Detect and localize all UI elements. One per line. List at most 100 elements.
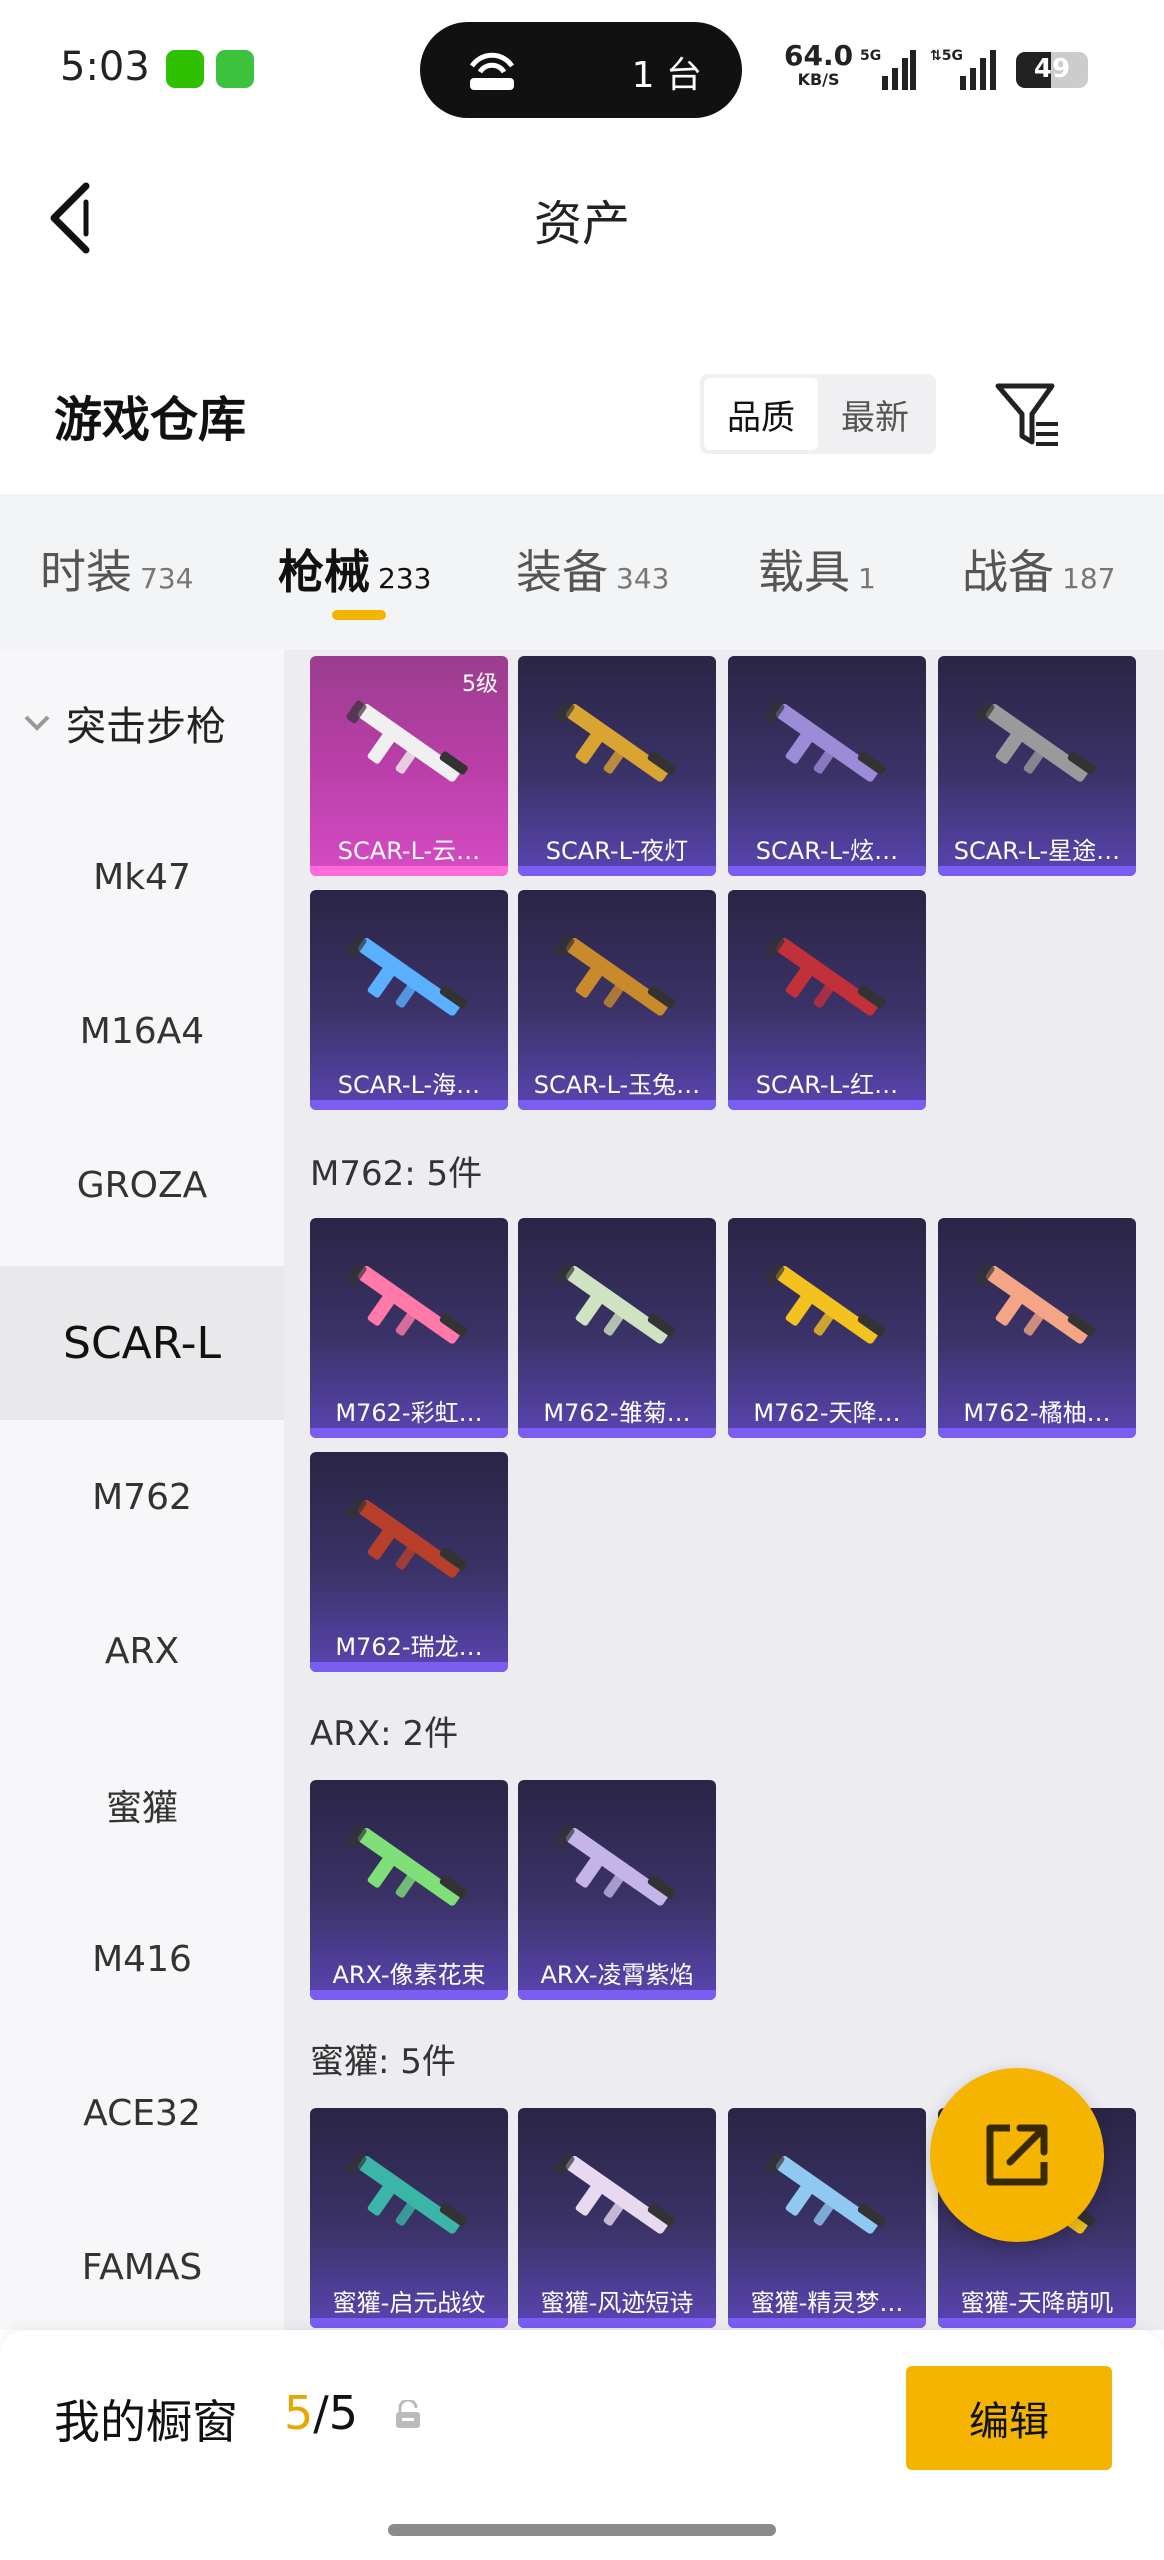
weapon-card[interactable]: SCAR-L-海…	[310, 890, 508, 1110]
weapon-card[interactable]: M762-天降…	[728, 1218, 926, 1438]
level-badge: 5级	[462, 672, 498, 697]
weapon-image	[554, 1824, 676, 1906]
sidebar-item-honey-badger[interactable]: 蜜獾	[0, 1728, 284, 1882]
weapon-name: 蜜獾-启元战纹	[332, 2289, 486, 2317]
weapon-card[interactable]: SCAR-L-红…	[728, 890, 926, 1110]
sidebar-item-arx[interactable]: ARX	[0, 1574, 284, 1728]
weapon-image	[554, 700, 676, 782]
rarity-bar	[310, 1100, 508, 1110]
rarity-bar	[728, 866, 926, 876]
weapon-name: SCAR-L-海…	[337, 1071, 481, 1099]
tab-count: 734	[140, 562, 194, 595]
weapon-card[interactable]: 蜜獾-风迹短诗	[518, 2108, 716, 2328]
rarity-bar	[938, 2318, 1136, 2328]
weapon-name: SCAR-L-云…	[337, 837, 481, 865]
weapon-card[interactable]: SCAR-L-夜灯	[518, 656, 716, 876]
sidebar-item-m16a4[interactable]: M16A4	[0, 954, 284, 1108]
rarity-bar	[728, 2318, 926, 2328]
rarity-bar	[518, 1990, 716, 2000]
sidebar-item-ace32[interactable]: ACE32	[0, 2036, 284, 2190]
weapon-name: ARX-像素花束	[332, 1961, 486, 1989]
weapon-image	[346, 700, 468, 782]
dynamic-island: 1 台	[420, 22, 742, 118]
weapon-image	[346, 1262, 468, 1344]
signal-icon-sim2: ⇅5G	[930, 48, 996, 90]
chevron-down-icon	[24, 715, 50, 731]
net-speed: 64.0 KB/S	[784, 42, 853, 92]
rarity-bar	[310, 1662, 508, 1672]
tab-equipment[interactable]: 装备 343	[516, 536, 669, 602]
weapon-name: SCAR-L-夜灯	[545, 837, 689, 865]
weapon-card[interactable]: 蜜獾-精灵梦…	[728, 2108, 926, 2328]
sort-option-newest[interactable]: 最新	[818, 378, 932, 450]
weapon-card[interactable]: ARX-凌霄紫焰	[518, 1780, 716, 2000]
weapon-card[interactable]: M762-彩虹…	[310, 1218, 508, 1438]
weapon-image	[974, 700, 1096, 782]
weapon-image	[764, 1262, 886, 1344]
tab-count: 187	[1062, 562, 1116, 595]
rarity-bar	[518, 2318, 716, 2328]
weapon-image	[346, 1824, 468, 1906]
weapon-name: 蜜獾-天降萌叽	[960, 2289, 1114, 2317]
weapon-name: 蜜獾-风迹短诗	[540, 2289, 694, 2317]
weapon-name: M762-瑞龙…	[335, 1633, 483, 1661]
sidebar-item-m762[interactable]: M762	[0, 1420, 284, 1574]
sort-toggle[interactable]: 品质 最新	[700, 374, 936, 454]
svg-text:⇅5G: ⇅5G	[930, 48, 963, 64]
sidebar-item-scar-l[interactable]: SCAR-L	[0, 1266, 284, 1420]
tab-vehicles[interactable]: 载具 1	[758, 536, 876, 602]
weapon-image	[554, 1262, 676, 1344]
rarity-bar	[310, 1428, 508, 1438]
rarity-bar	[310, 1990, 508, 2000]
share-external-icon	[986, 2124, 1048, 2186]
battery-icon: 49	[1016, 52, 1088, 88]
rarity-bar	[310, 866, 508, 876]
weapon-image	[554, 934, 676, 1016]
tab-fashion[interactable]: 时装 734	[40, 536, 193, 602]
weapon-card[interactable]: ARX-像素花束	[310, 1780, 508, 2000]
weapon-card[interactable]: SCAR-L-玉兔…	[518, 890, 716, 1110]
hotspot-count: 1 台	[631, 55, 702, 96]
sidebar-item-famas[interactable]: FAMAS	[0, 2190, 284, 2344]
weapon-name: SCAR-L-炫…	[755, 837, 899, 865]
group-label: ARX: 2件	[310, 1714, 459, 1754]
page-title: 资产	[533, 196, 630, 252]
edit-button[interactable]: 编辑	[906, 2366, 1112, 2470]
weapon-card[interactable]: 蜜獾-启元战纹	[310, 2108, 508, 2328]
tab-label: 装备	[516, 545, 608, 599]
weapon-image	[346, 2152, 468, 2234]
showcase-count-total: /5	[313, 2386, 359, 2440]
tab-weapons[interactable]: 枪械 233	[278, 536, 431, 602]
rarity-bar	[728, 1428, 926, 1438]
home-indicator[interactable]	[388, 2524, 776, 2536]
share-button[interactable]	[930, 2068, 1104, 2242]
tab-label: 枪械	[278, 545, 370, 599]
tab-label: 战备	[962, 545, 1054, 599]
weapon-image	[764, 2152, 886, 2234]
rarity-bar	[310, 2318, 508, 2328]
weapon-card[interactable]: SCAR-L-炫…	[728, 656, 926, 876]
weapon-name: 蜜獾-精灵梦…	[750, 2289, 904, 2317]
signal-icon-sim1: 5G	[860, 48, 916, 90]
weapon-card[interactable]: SCAR-L-星途…	[938, 656, 1136, 876]
tab-supplies[interactable]: 战备 187	[962, 536, 1115, 602]
sidebar-item-m416[interactable]: M416	[0, 1882, 284, 2036]
rarity-bar	[938, 866, 1136, 876]
group-label: M762: 5件	[310, 1154, 483, 1194]
sidebar-item-mk47[interactable]: Mk47	[0, 800, 284, 954]
weapon-card[interactable]: 5级 SCAR-L-云…	[310, 656, 508, 876]
filter-icon[interactable]	[994, 380, 1060, 448]
weapon-card[interactable]: M762-橘柚…	[938, 1218, 1136, 1438]
weapon-name: SCAR-L-星途…	[953, 837, 1121, 865]
sort-option-quality[interactable]: 品质	[704, 378, 818, 450]
hotspot-icon	[469, 52, 515, 90]
sidebar-item-groza[interactable]: GROZA	[0, 1108, 284, 1262]
weapon-card[interactable]: M762-雏菊…	[518, 1218, 716, 1438]
tab-count: 233	[378, 562, 432, 595]
weapon-name: M762-天降…	[753, 1399, 901, 1427]
sidebar-category[interactable]: 突击步枪	[20, 694, 226, 752]
weapon-card[interactable]: M762-瑞龙…	[310, 1452, 508, 1672]
showcase-count: 5/5	[284, 2386, 358, 2440]
weapon-name: M762-彩虹…	[335, 1399, 483, 1427]
svg-text:5G: 5G	[860, 48, 881, 64]
